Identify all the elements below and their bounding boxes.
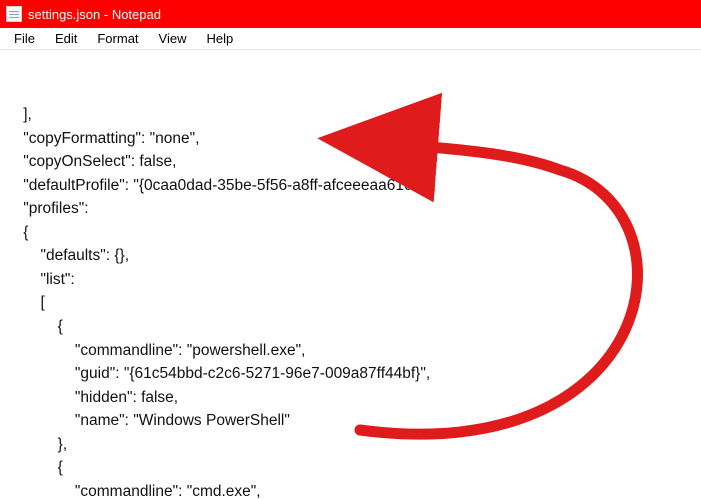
menubar: File Edit Format View Help <box>0 28 701 50</box>
titlebar: settings.json - Notepad <box>0 0 701 28</box>
editor-content[interactable]: ], "copyFormatting": "none", "copyOnSele… <box>6 103 695 500</box>
text-editor[interactable]: ], "copyFormatting": "none", "copyOnSele… <box>0 50 701 500</box>
menu-file[interactable]: File <box>4 29 45 48</box>
notepad-icon <box>6 6 22 22</box>
menu-help[interactable]: Help <box>196 29 243 48</box>
menu-edit[interactable]: Edit <box>45 29 87 48</box>
window-title: settings.json - Notepad <box>28 7 161 22</box>
menu-view[interactable]: View <box>149 29 197 48</box>
menu-format[interactable]: Format <box>87 29 148 48</box>
